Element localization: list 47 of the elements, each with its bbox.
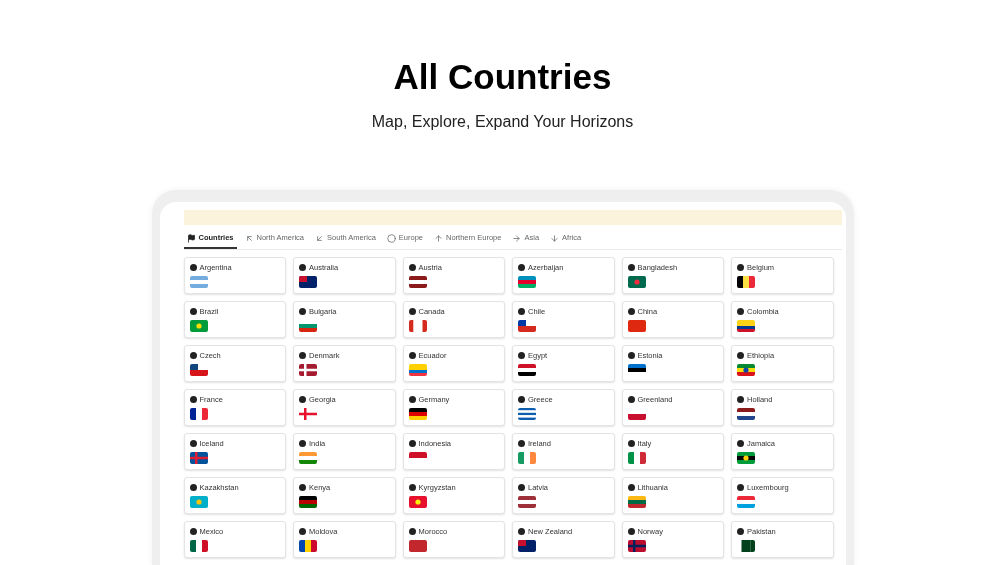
flag-icon <box>627 320 646 332</box>
flag-icon <box>627 452 646 464</box>
flag-icon <box>408 408 427 420</box>
flag-icon <box>299 276 317 288</box>
flag-icon <box>737 364 755 376</box>
flag-icon <box>189 452 208 464</box>
flag-icon <box>408 496 427 508</box>
flag-icon <box>737 452 755 464</box>
flag-icon <box>299 364 317 376</box>
flag-icon <box>408 276 427 288</box>
flag-icon <box>189 496 208 508</box>
flag-icon <box>299 452 317 464</box>
flag-icon <box>518 408 536 420</box>
flag-icon <box>627 496 646 508</box>
page-title: All Countries <box>393 56 612 98</box>
arrow-icon <box>315 233 325 243</box>
flag-icon <box>627 276 646 288</box>
arrow-icon <box>512 233 522 243</box>
flag-icon <box>518 276 536 288</box>
flag-icon <box>186 233 196 243</box>
flag-icon <box>737 320 755 332</box>
flag-icon <box>189 276 208 288</box>
flag-icon <box>189 364 208 376</box>
arrow-icon <box>244 233 254 243</box>
flag-icon <box>189 540 208 552</box>
flag-icon <box>299 540 317 552</box>
flag-icon <box>627 364 646 376</box>
flag-icon <box>299 496 317 508</box>
flag-icon <box>408 320 427 332</box>
page-subtitle: Map, Explore, Expand Your Horizons <box>371 112 634 132</box>
flag-icon <box>189 320 208 332</box>
flag-icon <box>737 496 755 508</box>
flag-icon <box>518 364 536 376</box>
flag-icon <box>737 276 755 288</box>
circle-icon <box>386 233 396 243</box>
flag-icon <box>408 364 427 376</box>
flag-icon <box>408 540 427 552</box>
flag-icon <box>737 408 755 420</box>
flag-icon <box>627 540 646 552</box>
arrow-icon <box>434 233 443 243</box>
flag-icon <box>518 496 536 508</box>
arrow-icon <box>550 233 560 243</box>
flag-icon <box>189 408 208 420</box>
flag-icon <box>299 408 317 420</box>
flag-icon <box>518 320 536 332</box>
flag-icon <box>518 540 536 552</box>
flag-icon <box>518 452 536 464</box>
